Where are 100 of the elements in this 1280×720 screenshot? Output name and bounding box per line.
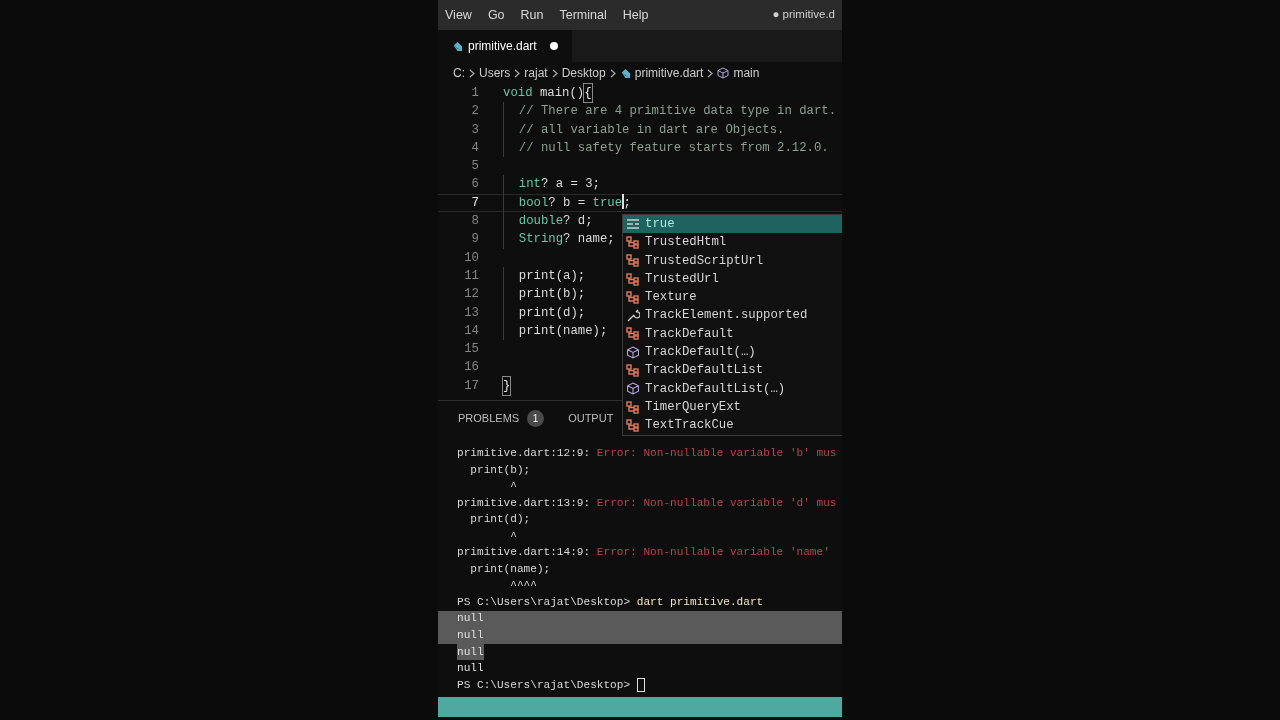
line-number: 11	[463, 267, 479, 285]
suggestion-item[interactable]: TrackDefaultList(…)	[623, 379, 842, 398]
line-number: 10	[463, 249, 479, 267]
wrench-icon	[626, 309, 640, 323]
terminal-text: primitive.dart:14:9:	[457, 545, 592, 561]
menu-item[interactable]: Help	[622, 5, 649, 25]
code-text: // null safety feature starts from 2.12.0.	[517, 139, 829, 157]
line-number: 6	[470, 176, 479, 194]
terminal-text: primitive.dart:12:9:	[457, 446, 592, 461]
code-text: {	[584, 83, 592, 103]
chevron-icon	[609, 68, 616, 78]
terminal-text: print(b);	[469, 462, 531, 478]
terminal-text: print(d);	[469, 512, 531, 528]
breadcrumb-item[interactable]: rajat	[524, 64, 548, 82]
code-text: String	[517, 231, 564, 249]
chevron-icon	[551, 68, 558, 78]
breadcrumb-item[interactable]: main	[717, 64, 760, 82]
breadcrumb-item[interactable]: primitive.dart	[619, 64, 704, 82]
suggestion-item[interactable]: Texture	[623, 288, 842, 307]
line-number: 15	[463, 341, 479, 359]
editor-tab[interactable]: primitive.dart	[438, 30, 572, 62]
line-number: 3	[470, 121, 479, 139]
class-icon	[626, 235, 640, 249]
class-icon	[626, 400, 640, 414]
suggestion-item[interactable]: TimerQueryExt	[623, 397, 842, 417]
suggestion-item[interactable]: TextTrackCue	[623, 416, 842, 435]
line-number: 16	[463, 359, 479, 377]
code-text: int	[517, 176, 541, 194]
terminal-command: dart primitive.dart	[636, 594, 764, 610]
line-number: 1	[470, 84, 479, 102]
terminal-text: ^	[509, 528, 517, 544]
code-text: // all variable in dart are Objects.	[517, 121, 785, 139]
suggestion-item[interactable]: TrackElement.supported	[623, 306, 842, 325]
code-text: ? a = 3;	[540, 176, 600, 194]
code-text: print(name);	[517, 322, 608, 340]
breadcrumb-item[interactable]: Desktop	[561, 64, 606, 82]
code-text: ? b =	[548, 194, 587, 212]
chevron-icon	[469, 68, 475, 78]
class-icon	[626, 272, 640, 286]
line-number: 17	[463, 377, 479, 395]
terminal-text: print(name);	[469, 561, 551, 577]
line-number: 5	[470, 158, 479, 176]
code-text: // There are 4 primitive data type in dart.	[517, 103, 837, 121]
suggestion-item[interactable]: TrackDefault	[623, 324, 842, 344]
class-icon	[626, 254, 640, 268]
terminal-text: primitive.dart:13:9:	[457, 495, 592, 511]
line-number: 2	[470, 103, 479, 121]
terminal-prompt: PS C:\Users\rajat\Desktop>	[457, 594, 632, 610]
panel-tab[interactable]: PROBLEMS 1	[458, 401, 545, 437]
terminal-text: null	[457, 628, 484, 643]
line-number: 12	[463, 286, 479, 304]
dart-file-icon	[619, 67, 631, 79]
suggestion-item[interactable]: TrustedHtml	[623, 233, 842, 252]
breadcrumb-item[interactable]: C:	[453, 64, 465, 82]
code-text: ? d;	[563, 213, 593, 230]
class-icon	[626, 418, 640, 432]
cube-icon	[626, 345, 640, 359]
code-text: double	[517, 213, 564, 230]
menu-item[interactable]: Run	[520, 5, 544, 25]
error-message: Error: Non-nullable variable 'name'	[596, 545, 830, 561]
code-text: }	[503, 376, 511, 396]
suggestion-item[interactable]: true	[623, 215, 842, 234]
code-text: print(b);	[517, 286, 586, 304]
code-text: bool	[517, 194, 549, 212]
cube-icon	[717, 67, 730, 79]
window-title: ● primitive.d	[772, 7, 835, 23]
menu-item[interactable]: Go	[487, 5, 505, 25]
panel-tab[interactable]: OUTPUT	[568, 401, 614, 437]
breadcrumb-item[interactable]: Users	[479, 64, 511, 82]
chevron-icon	[514, 68, 521, 78]
line-number: 4	[470, 139, 479, 157]
code-text: print(d);	[517, 304, 586, 322]
code-text: ;	[623, 194, 631, 212]
menu-item[interactable]: View	[445, 5, 472, 25]
error-message: Error: Non-nullable variable 'd' mus	[596, 495, 837, 511]
suggestion-item[interactable]: TrustedUrl	[623, 269, 842, 289]
line-number: 13	[463, 304, 479, 322]
terminal-prompt: PS C:\Users\rajat\Desktop>	[457, 677, 632, 693]
terminal-text: ^^^^	[509, 578, 537, 594]
dart-file-icon	[452, 40, 463, 52]
terminal-text: null	[457, 611, 484, 627]
class-icon	[626, 290, 640, 304]
terminal-text: null	[457, 661, 484, 677]
suggestion-item[interactable]: TrackDefaultList	[623, 361, 842, 380]
error-message: Error: Non-nullable variable 'b' mus	[596, 446, 837, 461]
code-text: void	[503, 84, 533, 102]
line-number: 14	[463, 322, 479, 340]
cube-icon	[626, 382, 640, 396]
code-text: main()	[538, 84, 585, 102]
suggestion-item[interactable]: TrustedScriptUrl	[623, 251, 842, 270]
code-text: true	[592, 194, 623, 212]
suggestion-item[interactable]: TrackDefault(…)	[623, 343, 842, 362]
line-number: 7	[470, 194, 479, 212]
code-text: ? name;	[563, 231, 615, 249]
line-number: 8	[470, 213, 479, 230]
menu-item[interactable]: Terminal	[559, 5, 607, 25]
keyword-icon	[626, 218, 640, 231]
class-icon	[626, 327, 640, 341]
chevron-icon	[707, 68, 714, 78]
line-number: 9	[470, 231, 479, 249]
